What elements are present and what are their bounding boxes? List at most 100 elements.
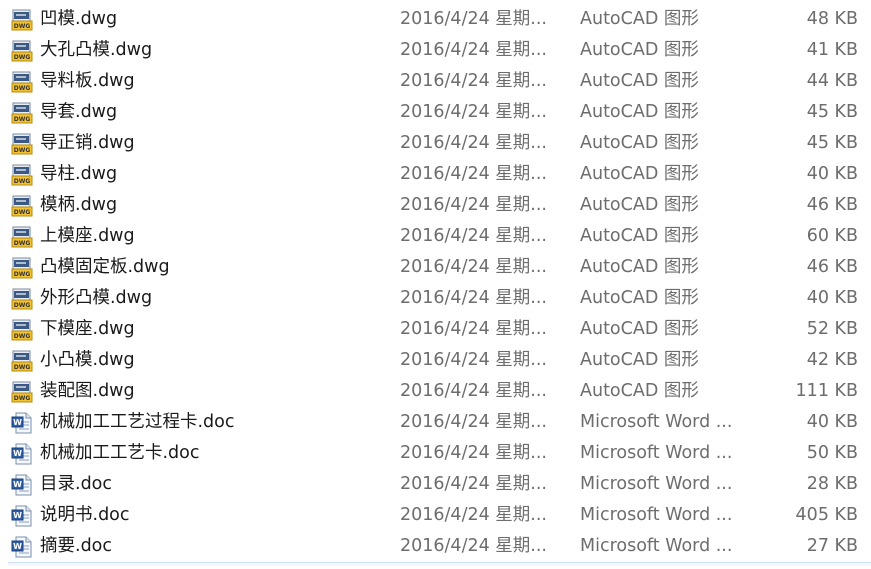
file-name: 导柱.dwg — [40, 164, 118, 184]
svg-text:W: W — [13, 480, 22, 489]
svg-text:W: W — [13, 449, 22, 458]
file-row[interactable]: DWG 凹模.dwg 2016/4/24 星期... AutoCAD 图形 48 KB — [0, 4, 871, 35]
svg-text:DWG: DWG — [14, 54, 31, 61]
file-row[interactable]: DWG 凸模固定板.dwg 2016/4/24 星期... AutoCAD 图形 46 … — [0, 252, 871, 283]
svg-text:DWG: DWG — [14, 333, 31, 340]
file-name: 机械加工工艺过程卡.doc — [40, 412, 235, 432]
file-name: 上模座.dwg — [40, 226, 135, 246]
file-type: AutoCAD 图形 — [580, 381, 699, 401]
file-type: AutoCAD 图形 — [580, 164, 699, 184]
file-row[interactable]: DWG 模柄.dwg 2016/4/24 星期... AutoCAD 图形 46 KB — [0, 190, 871, 221]
file-date-modified: 2016/4/24 星期... — [400, 164, 547, 184]
file-size: 40 KB — [806, 164, 858, 184]
file-row[interactable]: DWG 小凸模.dwg 2016/4/24 星期... AutoCAD 图形 42 KB — [0, 345, 871, 376]
word-doc-icon: W — [11, 412, 33, 434]
file-row[interactable]: W 机械加工工艺卡.doc 2016/4/24 星期... Microsoft Wor… — [0, 438, 871, 469]
word-doc-icon: W — [11, 443, 33, 465]
next-row-edge — [8, 562, 871, 566]
file-date-modified: 2016/4/24 星期... — [400, 412, 547, 432]
file-row[interactable]: W 目录.doc 2016/4/24 星期... Microsoft Word ...… — [0, 469, 871, 500]
file-type: AutoCAD 图形 — [580, 226, 699, 246]
file-size: 52 KB — [806, 319, 858, 339]
file-row[interactable]: DWG 下模座.dwg 2016/4/24 星期... AutoCAD 图形 52 KB — [0, 314, 871, 345]
file-size: 40 KB — [806, 288, 858, 308]
file-size: 45 KB — [806, 102, 858, 122]
file-name: 机械加工工艺卡.doc — [40, 443, 200, 463]
svg-text:DWG: DWG — [14, 364, 31, 371]
dwg-file-icon: DWG — [11, 381, 33, 403]
file-name: 说明书.doc — [40, 505, 130, 525]
file-type: AutoCAD 图形 — [580, 350, 699, 370]
file-row[interactable]: DWG 外形凸模.dwg 2016/4/24 星期... AutoCAD 图形 40 K… — [0, 283, 871, 314]
file-row[interactable]: DWG 导正销.dwg 2016/4/24 星期... AutoCAD 图形 45 KB — [0, 128, 871, 159]
dwg-file-icon: DWG — [11, 226, 33, 248]
file-size: 28 KB — [806, 474, 858, 494]
file-type: Microsoft Word ... — [580, 536, 733, 556]
file-size: 41 KB — [806, 40, 858, 60]
file-date-modified: 2016/4/24 星期... — [400, 474, 547, 494]
file-date-modified: 2016/4/24 星期... — [400, 536, 547, 556]
file-date-modified: 2016/4/24 星期... — [400, 257, 547, 277]
file-size: 50 KB — [806, 443, 858, 463]
file-size: 40 KB — [806, 412, 858, 432]
file-name: 导正销.dwg — [40, 133, 135, 153]
file-date-modified: 2016/4/24 星期... — [400, 443, 547, 463]
dwg-file-icon: DWG — [11, 133, 33, 155]
dwg-file-icon: DWG — [11, 164, 33, 186]
svg-text:W: W — [13, 542, 22, 551]
file-type: AutoCAD 图形 — [580, 9, 699, 29]
file-row[interactable]: DWG 导套.dwg 2016/4/24 星期... AutoCAD 图形 45 KB — [0, 97, 871, 128]
svg-text:W: W — [13, 511, 22, 520]
file-row[interactable]: DWG 上模座.dwg 2016/4/24 星期... AutoCAD 图形 60 KB — [0, 221, 871, 252]
file-size: 48 KB — [806, 9, 858, 29]
word-doc-icon: W — [11, 505, 33, 527]
file-type: AutoCAD 图形 — [580, 40, 699, 60]
svg-text:W: W — [13, 418, 22, 427]
svg-text:DWG: DWG — [14, 240, 31, 247]
file-name: 导套.dwg — [40, 102, 118, 122]
svg-text:DWG: DWG — [14, 271, 31, 278]
file-date-modified: 2016/4/24 星期... — [400, 133, 547, 153]
dwg-file-icon: DWG — [11, 288, 33, 310]
file-type: Microsoft Word ... — [580, 474, 733, 494]
file-type: AutoCAD 图形 — [580, 71, 699, 91]
file-size: 46 KB — [806, 257, 858, 277]
file-size: 46 KB — [806, 195, 858, 215]
file-row[interactable]: DWG 装配图.dwg 2016/4/24 星期... AutoCAD 图形 111 K… — [0, 376, 871, 407]
file-row[interactable]: W 机械加工工艺过程卡.doc 2016/4/24 星期... Microsoft W… — [0, 407, 871, 438]
dwg-file-icon: DWG — [11, 71, 33, 93]
svg-text:DWG: DWG — [14, 178, 31, 185]
file-row[interactable]: DWG 导柱.dwg 2016/4/24 星期... AutoCAD 图形 40 KB — [0, 159, 871, 190]
dwg-file-icon: DWG — [11, 102, 33, 124]
file-date-modified: 2016/4/24 星期... — [400, 381, 547, 401]
file-type: AutoCAD 图形 — [580, 195, 699, 215]
file-date-modified: 2016/4/24 星期... — [400, 350, 547, 370]
svg-text:DWG: DWG — [14, 395, 31, 402]
dwg-file-icon: DWG — [11, 195, 33, 217]
file-date-modified: 2016/4/24 星期... — [400, 288, 547, 308]
file-name: 凹模.dwg — [40, 9, 118, 29]
file-list: DWG 凹模.dwg 2016/4/24 星期... AutoCAD 图形 48 KB D… — [0, 4, 871, 562]
file-name: 导料板.dwg — [40, 71, 135, 91]
file-type: AutoCAD 图形 — [580, 102, 699, 122]
svg-text:DWG: DWG — [14, 116, 31, 123]
file-row[interactable]: DWG 导料板.dwg 2016/4/24 星期... AutoCAD 图形 44 KB — [0, 66, 871, 97]
file-name: 目录.doc — [40, 474, 112, 494]
file-row[interactable]: DWG 大孔凸模.dwg 2016/4/24 星期... AutoCAD 图形 41 K… — [0, 35, 871, 66]
file-name: 下模座.dwg — [40, 319, 135, 339]
file-name: 外形凸模.dwg — [40, 288, 153, 308]
file-row[interactable]: W 摘要.doc 2016/4/24 星期... Microsoft Word ...… — [0, 531, 871, 562]
file-date-modified: 2016/4/24 星期... — [400, 40, 547, 60]
file-size: 405 KB — [795, 505, 858, 525]
file-date-modified: 2016/4/24 星期... — [400, 505, 547, 525]
file-date-modified: 2016/4/24 星期... — [400, 195, 547, 215]
file-name: 装配图.dwg — [40, 381, 135, 401]
word-doc-icon: W — [11, 536, 33, 558]
file-date-modified: 2016/4/24 星期... — [400, 71, 547, 91]
file-row[interactable]: W 说明书.doc 2016/4/24 星期... Microsoft Word ..… — [0, 500, 871, 531]
svg-text:DWG: DWG — [14, 302, 31, 309]
file-name: 摘要.doc — [40, 536, 112, 556]
file-size: 45 KB — [806, 133, 858, 153]
dwg-file-icon: DWG — [11, 40, 33, 62]
file-name: 模柄.dwg — [40, 195, 118, 215]
